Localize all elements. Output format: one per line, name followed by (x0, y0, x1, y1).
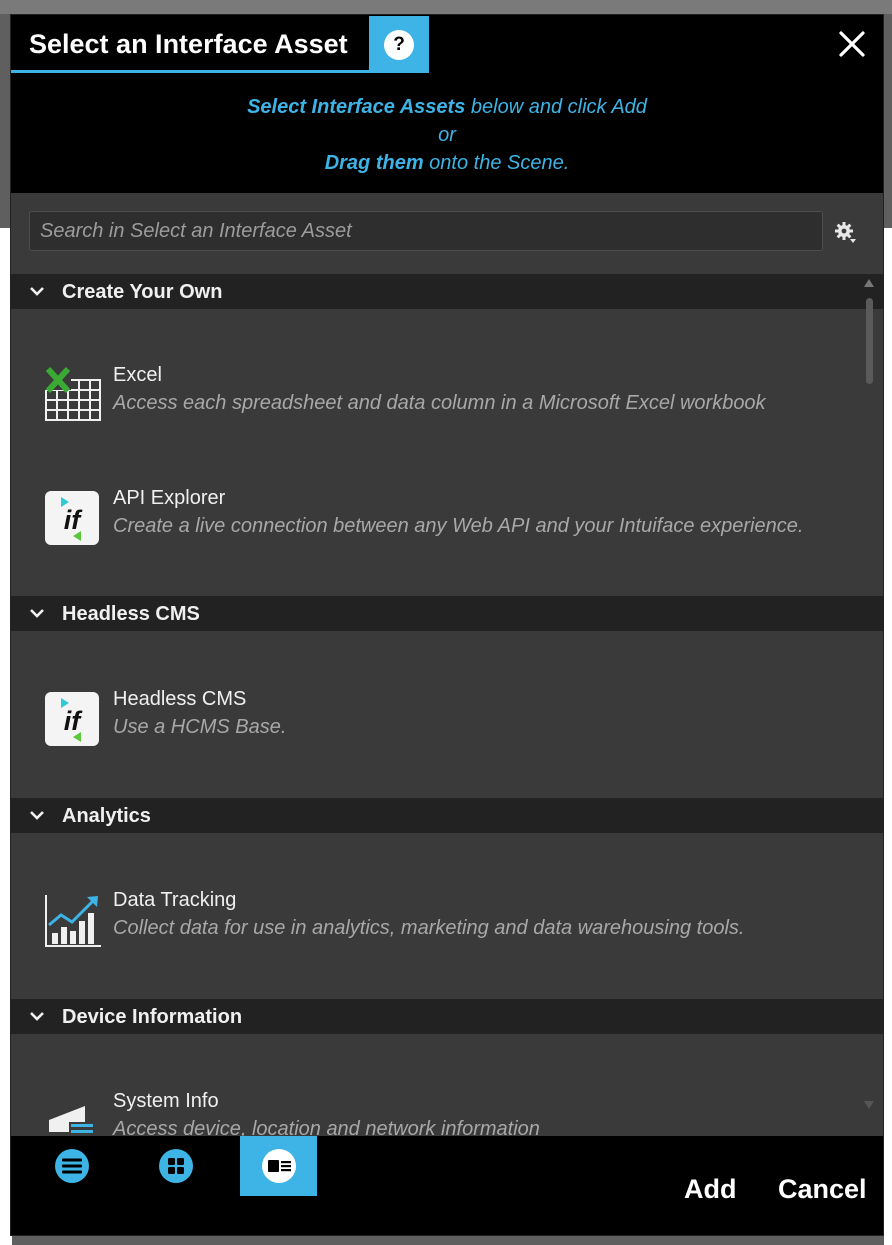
detail-view-button[interactable] (240, 1136, 317, 1196)
instructions-banner: Select Interface Assets below and click … (11, 73, 883, 193)
asset-item-headless-cms[interactable]: if Headless CMS Use a HCMS Base. (11, 688, 861, 778)
asset-name: System Info (113, 1090, 219, 1112)
intuiface-icon: if (45, 692, 99, 746)
chart-icon (45, 895, 101, 947)
chevron-down-icon (30, 609, 44, 618)
instruction-line-3: Drag them onto the Scene. (11, 149, 883, 177)
instruction-text-scene: onto the Scene. (423, 152, 570, 174)
list-view-button[interactable] (33, 1136, 110, 1196)
system-info-icon (49, 1106, 95, 1136)
search-bar (11, 193, 883, 275)
section-header-device-information[interactable]: Device Information (11, 999, 883, 1034)
asset-item-system-info[interactable]: System Info Access device, location and … (11, 1090, 861, 1136)
asset-item-data-tracking[interactable]: Data Tracking Collect data for use in an… (11, 889, 861, 979)
scroll-down-arrow-icon[interactable] (863, 1100, 875, 1110)
asset-description: Create a live connection between any Web… (113, 515, 804, 537)
select-interface-asset-dialog: Select an Interface Asset ? Select Inter… (10, 14, 884, 1236)
dialog-title: Select an Interface Asset (29, 29, 348, 59)
intuiface-icon: if (45, 491, 99, 545)
asset-description: Use a HCMS Base. (113, 716, 287, 738)
search-settings-gear-icon[interactable] (833, 220, 857, 244)
asset-name: Headless CMS (113, 688, 247, 710)
help-button[interactable]: ? (369, 16, 429, 73)
chevron-down-icon (30, 287, 44, 296)
backdrop-panel-right (884, 228, 892, 1245)
list-view-icon (54, 1149, 89, 1183)
cancel-button[interactable]: Cancel (778, 1174, 867, 1205)
asset-description: Access each spreadsheet and data column … (113, 392, 766, 414)
chevron-down-icon (30, 811, 44, 820)
add-button[interactable]: Add (684, 1174, 736, 1205)
detail-view-icon (261, 1149, 296, 1183)
asset-list: Create Your Own Excel Access each spread… (11, 274, 883, 1136)
asset-name: Data Tracking (113, 889, 237, 911)
section-label: Device Information (62, 1006, 243, 1028)
scroll-up-arrow-icon[interactable] (863, 278, 875, 288)
help-icon: ? (384, 29, 414, 60)
instruction-text-add: below and click Add (465, 96, 647, 118)
scrollbar-thumb[interactable] (866, 298, 873, 384)
instruction-emphasis-drag: Drag them (324, 152, 424, 174)
grid-view-icon (158, 1149, 193, 1183)
section-label: Create Your Own (62, 281, 223, 303)
asset-name: Excel (113, 364, 162, 386)
instruction-line-2: or (438, 124, 456, 146)
backdrop (0, 0, 892, 14)
dialog-titlebar: Select an Interface Asset ? (11, 15, 883, 73)
search-input[interactable] (29, 211, 823, 251)
asset-description: Access device, location and network info… (113, 1118, 540, 1136)
section-header-create-your-own[interactable]: Create Your Own (11, 274, 883, 309)
asset-name: API Explorer (113, 487, 226, 509)
section-label: Analytics (62, 805, 151, 827)
chevron-down-icon (30, 1012, 44, 1021)
section-label: Headless CMS (62, 603, 200, 625)
section-header-analytics[interactable]: Analytics (11, 798, 883, 833)
asset-description: Collect data for use in analytics, marke… (113, 917, 745, 939)
close-icon[interactable] (837, 29, 867, 59)
instruction-line-1: Select Interface Assets below and click … (11, 93, 883, 121)
asset-item-excel[interactable]: Excel Access each spreadsheet and data c… (11, 364, 861, 454)
section-header-headless-cms[interactable]: Headless CMS (11, 596, 883, 631)
instruction-emphasis-select: Select Interface Assets (247, 96, 466, 118)
asset-item-api-explorer[interactable]: if API Explorer Create a live connection… (11, 487, 861, 577)
grid-view-button[interactable] (137, 1136, 214, 1196)
dialog-footer: Add Cancel (11, 1136, 883, 1235)
excel-icon (45, 366, 101, 421)
